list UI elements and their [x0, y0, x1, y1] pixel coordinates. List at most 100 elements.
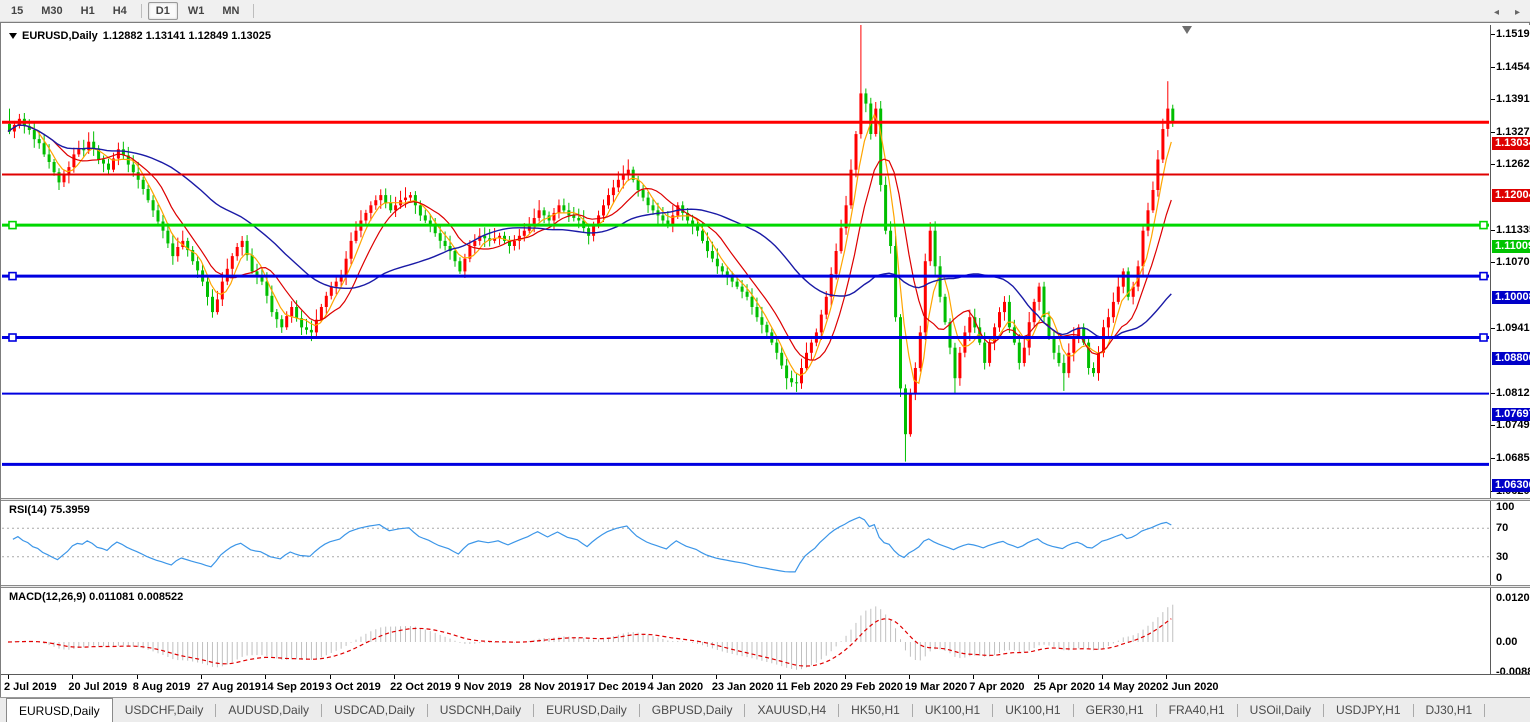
time-axis-label: 2 Jun 2020 [1162, 681, 1218, 693]
time-axis-label: 8 Aug 2019 [133, 681, 191, 693]
time-axis-label: 28 Nov 2019 [519, 681, 583, 693]
chart-tab-eurusd-daily[interactable]: EURUSD,Daily [534, 698, 639, 722]
chart-tab-usdjpy-h1[interactable]: USDJPY,H1 [1324, 698, 1412, 722]
time-axis-label: 14 May 2020 [1098, 681, 1162, 693]
price-tick [1491, 458, 1495, 459]
chart-tab-bar: EURUSD,DailyUSDCHF,DailyAUDUSD,DailyUSDC… [0, 697, 1530, 722]
time-tick [523, 675, 524, 679]
level-price-badge: 1.07697 [1492, 408, 1530, 421]
time-axis-label: 2 Jul 2019 [4, 681, 57, 693]
macd-axis-label: 0.012031 [1496, 592, 1530, 604]
price-tick [1491, 262, 1495, 263]
chart-tab-usdcad-daily[interactable]: USDCAD,Daily [322, 698, 427, 722]
time-tick [137, 675, 138, 679]
chart-tab-hk50-h1[interactable]: HK50,H1 [839, 698, 912, 722]
level-price-badge: 1.11009 [1492, 240, 1530, 253]
level-price-badge: 1.06306 [1492, 479, 1530, 492]
time-axis-label: 17 Dec 2019 [583, 681, 646, 693]
price-axis[interactable]: 1.151901.145451.139151.132701.126251.113… [1491, 25, 1530, 498]
level-price-badge: 1.12004 [1492, 189, 1530, 202]
macd-histogram [10, 605, 1173, 670]
macd-axis[interactable]: 0.0120310.00-0.008883 [1491, 588, 1530, 674]
chart-tab-eurusd-daily[interactable]: EURUSD,Daily [6, 698, 113, 722]
time-axis[interactable]: 2 Jul 201920 Jul 20198 Aug 201927 Aug 20… [1, 674, 1530, 697]
chart-tab-xauusd-h4[interactable]: XAUUSD,H4 [745, 698, 838, 722]
time-tick [458, 675, 459, 679]
tab-separator [1484, 704, 1485, 717]
time-tick [652, 675, 653, 679]
rsi-axis[interactable]: 10070300 [1491, 501, 1530, 585]
chart-tab-dj30-h1[interactable]: DJ30,H1 [1414, 698, 1485, 722]
rsi-panel[interactable]: RSI(14) 75.3959 [2, 501, 1489, 585]
time-tick [265, 675, 266, 679]
price-tick [1491, 67, 1495, 68]
level-price-badge: 1.13034 [1492, 137, 1530, 150]
time-axis-label: 4 Jan 2020 [648, 681, 704, 693]
chart-tab-gbpusd-daily[interactable]: GBPUSD,Daily [640, 698, 745, 722]
chart-tab-usoil-daily[interactable]: USOil,Daily [1238, 698, 1323, 722]
level-anchor [9, 222, 16, 229]
candlestick-chart [2, 25, 1489, 498]
time-tick [72, 675, 73, 679]
price-tick [1491, 99, 1495, 100]
time-tick [909, 675, 910, 679]
time-tick [587, 675, 588, 679]
macd-panel[interactable]: MACD(12,26,9) 0.011081 0.008522 [2, 588, 1489, 674]
level-price-badge: 1.08800 [1492, 352, 1530, 365]
macd-indicator-label: MACD(12,26,9) 0.011081 0.008522 [9, 591, 183, 603]
time-tick [1038, 675, 1039, 679]
rsi-line [13, 517, 1171, 572]
price-axis-label: 1.12625 [1496, 158, 1530, 170]
chart-tab-uk100-h1[interactable]: UK100,H1 [993, 698, 1072, 722]
tab-scroll-right-icon[interactable]: ▸ [1515, 7, 1520, 18]
time-tick [973, 675, 974, 679]
chart-title: EURUSD,Daily 1.12882 1.13141 1.12849 1.1… [9, 30, 271, 42]
price-axis-label: 1.15190 [1496, 28, 1530, 40]
chart-ohlc-values: 1.12882 1.13141 1.12849 1.13025 [103, 30, 271, 42]
price-axis-label: 1.07495 [1496, 419, 1530, 431]
time-axis-label: 22 Oct 2019 [390, 681, 451, 693]
chart-tab-ger30-h1[interactable]: GER30,H1 [1074, 698, 1156, 722]
rsi-chart [2, 501, 1489, 585]
time-tick [716, 675, 717, 679]
price-tick [1491, 132, 1495, 133]
level-anchor [1480, 273, 1487, 280]
timeframe-toolbar: 15M30H1H4 D1W1MN [0, 0, 1530, 22]
time-tick [845, 675, 846, 679]
main-chart-canvas[interactable]: EURUSD,Daily 1.12882 1.13141 1.12849 1.1… [2, 25, 1489, 498]
chart-tab-usdcnh-daily[interactable]: USDCNH,Daily [428, 698, 533, 722]
chart-tab-fra40-h1[interactable]: FRA40,H1 [1157, 698, 1237, 722]
price-tick [1491, 393, 1495, 394]
time-axis-label: 25 Apr 2020 [1034, 681, 1095, 693]
time-tick [330, 675, 331, 679]
horizontal-levels-layer [2, 122, 1489, 464]
timeframe-button-m30[interactable]: M30 [33, 2, 70, 20]
chart-tab-usdchf-daily[interactable]: USDCHF,Daily [113, 698, 216, 722]
timeframe-button-mn[interactable]: MN [214, 2, 247, 20]
level-anchor [1480, 334, 1487, 341]
rsi-axis-label: 70 [1496, 522, 1508, 534]
timeframe-button-15[interactable]: 15 [3, 2, 31, 20]
price-tick [1491, 425, 1495, 426]
timeframe-button-d1[interactable]: D1 [148, 2, 178, 20]
tab-scroll-arrows: ◂▸ [1494, 0, 1520, 25]
price-axis-label: 1.11335 [1496, 224, 1530, 236]
time-tick [1166, 675, 1167, 679]
chart-shift-marker-icon[interactable] [1182, 26, 1192, 34]
level-price-badge: 1.10008 [1492, 291, 1530, 304]
chart-tab-audusd-daily[interactable]: AUDUSD,Daily [216, 698, 321, 722]
time-tick [1102, 675, 1103, 679]
timeframe-button-h1[interactable]: H1 [73, 2, 103, 20]
time-axis-label: 23 Jan 2020 [712, 681, 774, 693]
time-axis-label: 14 Sep 2019 [261, 681, 324, 693]
time-axis-label: 27 Aug 2019 [197, 681, 261, 693]
price-tick [1491, 328, 1495, 329]
chart-window: EURUSD,Daily 1.12882 1.13141 1.12849 1.1… [0, 22, 1530, 697]
tab-scroll-left-icon[interactable]: ◂ [1494, 7, 1499, 18]
timeframe-button-h4[interactable]: H4 [105, 2, 135, 20]
timeframe-button-w1[interactable]: W1 [180, 2, 213, 20]
chart-tab-uk100-h1[interactable]: UK100,H1 [913, 698, 992, 722]
price-tick [1491, 230, 1495, 231]
trading-platform-window: 15M30H1H4 D1W1MN EURUSD,Daily 1.12882 1.1… [0, 0, 1530, 722]
rsi-indicator-label: RSI(14) 75.3959 [9, 504, 90, 516]
